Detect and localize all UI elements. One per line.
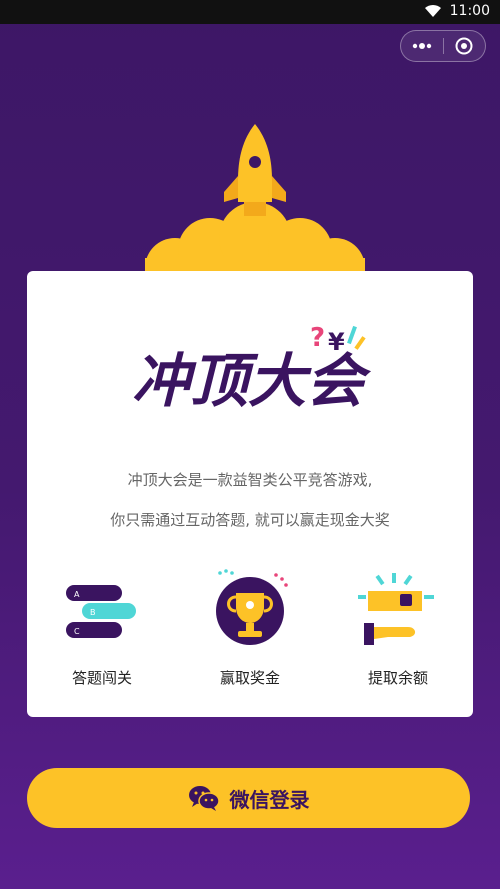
more-dots-icon [412, 43, 432, 49]
status-bar: 11:00 [0, 0, 500, 24]
more-button[interactable] [401, 31, 443, 61]
wechat-login-button[interactable]: 微信登录 [27, 768, 470, 828]
logo-text: 冲顶大会 [132, 347, 372, 415]
status-right: 11:00 [424, 3, 490, 19]
rocket-icon [224, 124, 286, 216]
rocket-illustration [145, 124, 365, 278]
feature-quiz: A B C 答题闯关 [32, 567, 172, 687]
yen-icon: ¥ [328, 328, 345, 356]
status-time: 11:00 [449, 3, 490, 19]
trophy-icon [216, 569, 288, 645]
feature-label-quiz: 答题闯关 [71, 669, 132, 687]
brand-logo: 冲顶大会 ? ¥ [132, 323, 372, 415]
wifi-icon [424, 4, 441, 17]
wechat-icon [188, 786, 220, 811]
feature-withdraw: 提取余额 [328, 567, 468, 687]
description-line-1: 冲顶大会是一款益智类公平竞答游戏, [127, 471, 373, 489]
intro-card: 冲顶大会 ? ¥ 冲顶大会是一款益智类公平竞答游戏, 你只需通过互动答题, 就可… [27, 271, 473, 717]
description-line-2: 你只需通过互动答题, 就可以赢走现金大奖 [110, 511, 390, 529]
menu-capsule [400, 30, 486, 62]
wallet-withdraw-icon [358, 573, 434, 645]
quiz-options-icon: A B C [66, 585, 136, 638]
login-label: 微信登录 [229, 787, 310, 812]
close-button[interactable] [443, 31, 485, 61]
question-mark-icon: ? [310, 323, 325, 353]
feature-prize: 赢取奖金 [180, 567, 320, 687]
feature-label-prize: 赢取奖金 [219, 669, 280, 687]
quiz-option-a: A [74, 590, 80, 599]
target-circle-icon [455, 37, 473, 55]
feature-label-withdraw: 提取余额 [367, 669, 428, 687]
quiz-option-c: C [74, 627, 80, 636]
quiz-option-b: B [90, 608, 96, 617]
